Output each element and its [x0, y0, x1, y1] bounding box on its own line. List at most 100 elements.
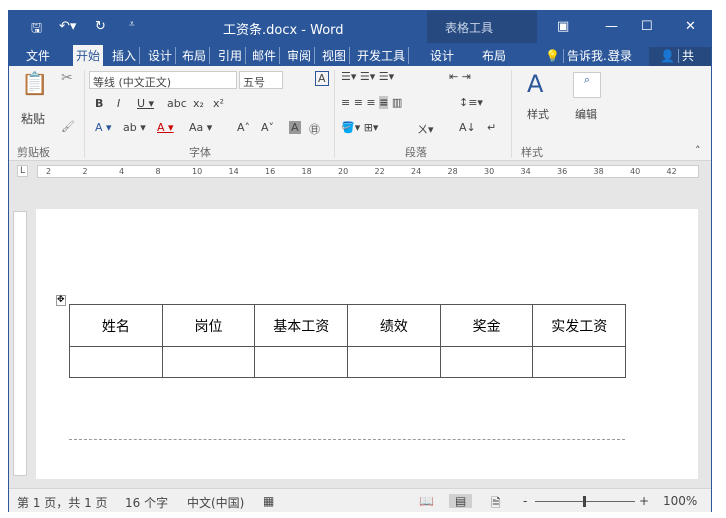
enclose-character-button[interactable]: ㊐ [309, 121, 320, 137]
table-cell[interactable] [69, 346, 163, 378]
cut-icon[interactable]: ✂ [61, 70, 73, 86]
tab-review[interactable]: 审阅 [284, 47, 316, 64]
language[interactable]: 中文(中国) [187, 494, 244, 511]
document-page[interactable]: ✥ 姓名 岗位 基本工资 绩效 奖金 实发工资 [36, 209, 698, 479]
sort-button[interactable]: A↓ [459, 121, 476, 134]
zoom-slider-thumb[interactable] [583, 496, 586, 507]
group-styles: 样式 [521, 146, 543, 159]
tab-mailings[interactable]: 邮件 [249, 47, 281, 64]
login-link[interactable]: 登录 [605, 47, 635, 64]
table-cell[interactable] [254, 346, 349, 378]
word-count[interactable]: 16 个字 [125, 494, 168, 511]
collapse-ribbon-icon[interactable]: ˄ [695, 144, 701, 157]
tab-file[interactable]: 文件 [23, 47, 53, 64]
paste-icon[interactable]: 📋 [21, 72, 48, 97]
grow-font-button[interactable]: A˄ [237, 121, 250, 134]
ruler-tick-label: 30 [484, 167, 495, 176]
ruler-tick-label: 2 [82, 167, 88, 176]
ruler-tick-label: 20 [338, 167, 349, 176]
highlight-button[interactable]: ab ▾ [123, 121, 146, 134]
table-header-cell[interactable]: 姓名 [69, 304, 163, 347]
tab-layout[interactable]: 布局 [179, 47, 211, 64]
show-marks-button[interactable]: ↵ [487, 121, 496, 134]
table-cell[interactable] [161, 346, 256, 378]
zoom-level[interactable]: 100% [663, 494, 697, 508]
salary-table[interactable]: 姓名 岗位 基本工资 绩效 奖金 实发工资 [69, 304, 627, 378]
ruler-tick-label: 22 [374, 167, 385, 176]
person-icon: 👤 [657, 49, 679, 63]
table-header-cell[interactable]: 绩效 [347, 304, 441, 347]
tab-insert[interactable]: 插入 [109, 47, 141, 64]
table-header-cell[interactable]: 实发工资 [532, 304, 627, 347]
font-size-select[interactable]: 五号 [239, 71, 283, 89]
print-layout-icon[interactable]: ▤ [449, 494, 473, 508]
bold-button[interactable]: B [95, 97, 103, 110]
styles-icon[interactable]: A [527, 70, 543, 98]
character-shading-button[interactable]: A [289, 121, 301, 134]
zoom-slider[interactable] [535, 496, 635, 507]
align-buttons[interactable]: ≡ ≡ ≡ ≡ ▥ [341, 96, 402, 109]
asian-layout-button[interactable]: ㄨ▾ [417, 121, 434, 137]
word-window: 🖫 ↶▾ ↻ ⩡ 工资条.docx - Word 表格工具 ▣ — ☐ ✕ 文件… [8, 10, 712, 512]
ribbon: 📋 粘贴 ✂ 🖌 等线 (中文正文) 五号 B I U ▾ abc x₂ x² … [9, 66, 711, 161]
bullets-button[interactable]: ☰▾ ☰▾ ☰▾ [341, 70, 394, 83]
undo-icon[interactable]: ↶▾ [59, 19, 76, 34]
horizontal-ruler[interactable]: L 2 2 4 8 10 14 16 18 20 22 24 28 30 34 36 38 40 42 [9, 161, 711, 181]
table-header-cell[interactable]: 奖金 [439, 304, 534, 347]
zoom-in-button[interactable]: + [639, 494, 649, 508]
tab-home[interactable]: 开始 [73, 45, 104, 66]
tab-table-design[interactable]: 设计 [427, 47, 457, 64]
read-mode-icon[interactable]: 📖 [419, 494, 434, 508]
paste-button[interactable]: 粘贴 [21, 110, 45, 127]
format-painter-icon[interactable]: 🖌 [61, 120, 75, 133]
status-bar: 第 1 页，共 1 页 16 个字 中文(中国) ▦ 📖 ▤ 🗎 - + 100… [9, 488, 711, 512]
minimize-icon[interactable]: — [605, 19, 618, 34]
ruler-tick-label: 18 [301, 167, 312, 176]
edit-button[interactable]: 编辑 [575, 106, 597, 122]
change-case-button[interactable]: Aa ▾ [189, 121, 212, 134]
text-effects-button[interactable]: A ▾ [95, 121, 112, 134]
table-header-cell[interactable]: 基本工资 [254, 304, 349, 347]
ribbon-display-icon[interactable]: ▣ [557, 19, 569, 34]
font-name-select[interactable]: 等线 (中文正文) [89, 71, 237, 89]
styles-button[interactable]: 样式 [527, 106, 549, 122]
table-cell[interactable] [532, 346, 627, 378]
tab-table-layout[interactable]: 布局 [479, 47, 509, 64]
table-header-cell[interactable]: 岗位 [161, 304, 256, 347]
table-cell[interactable] [439, 346, 534, 378]
table-header-row: 姓名 岗位 基本工资 绩效 奖金 实发工资 [69, 304, 627, 347]
italic-button[interactable]: I [117, 97, 120, 110]
tab-references[interactable]: 引用 [215, 47, 247, 64]
indent-buttons[interactable]: ⇤ ⇥ [449, 70, 471, 83]
ruler-tick-label: 42 [666, 167, 677, 176]
tab-view[interactable]: 视图 [319, 47, 351, 64]
character-border-button[interactable]: A [315, 71, 329, 86]
underline-button[interactable]: U ▾ [137, 97, 154, 110]
close-icon[interactable]: ✕ [685, 19, 696, 34]
shading-button[interactable]: 🪣▾ ⊞▾ [341, 121, 378, 134]
tab-developer[interactable]: 开发工具 [354, 47, 410, 64]
title-bar: 🖫 ↶▾ ↻ ⩡ 工资条.docx - Word 表格工具 ▣ — ☐ ✕ [9, 11, 711, 66]
zoom-out-button[interactable]: - [523, 494, 527, 508]
ribbon-tabs: 文件 开始 插入 设计 布局 引用 邮件 审阅 视图 开发工具 设计 布局 💡 告… [9, 43, 711, 81]
tab-design[interactable]: 设计 [145, 47, 177, 64]
customize-qat-icon[interactable]: ⩡ [129, 19, 135, 30]
macro-icon[interactable]: ▦ [263, 494, 274, 508]
page-count[interactable]: 第 1 页，共 1 页 [17, 494, 108, 511]
line-spacing-button[interactable]: ↕≡▾ [459, 96, 483, 109]
superscript-button[interactable]: x² [213, 97, 224, 110]
web-layout-icon[interactable]: 🗎 [491, 494, 501, 515]
save-icon[interactable]: 🖫 [31, 19, 42, 41]
ruler-tick-label: 8 [155, 167, 161, 176]
vertical-ruler[interactable] [13, 211, 27, 476]
table-cell[interactable] [347, 346, 441, 378]
maximize-icon[interactable]: ☐ [641, 19, 653, 34]
subscript-button[interactable]: x₂ [193, 97, 204, 110]
font-color-button[interactable]: A ▾ [157, 121, 174, 134]
shrink-font-button[interactable]: A˅ [261, 121, 274, 134]
tab-stop-selector[interactable]: L [17, 165, 29, 177]
strikethrough-button[interactable]: abc [167, 97, 187, 110]
redo-icon[interactable]: ↻ [95, 19, 106, 34]
table-move-handle[interactable]: ✥ [56, 295, 66, 306]
find-icon[interactable]: ⌕ [573, 72, 601, 98]
